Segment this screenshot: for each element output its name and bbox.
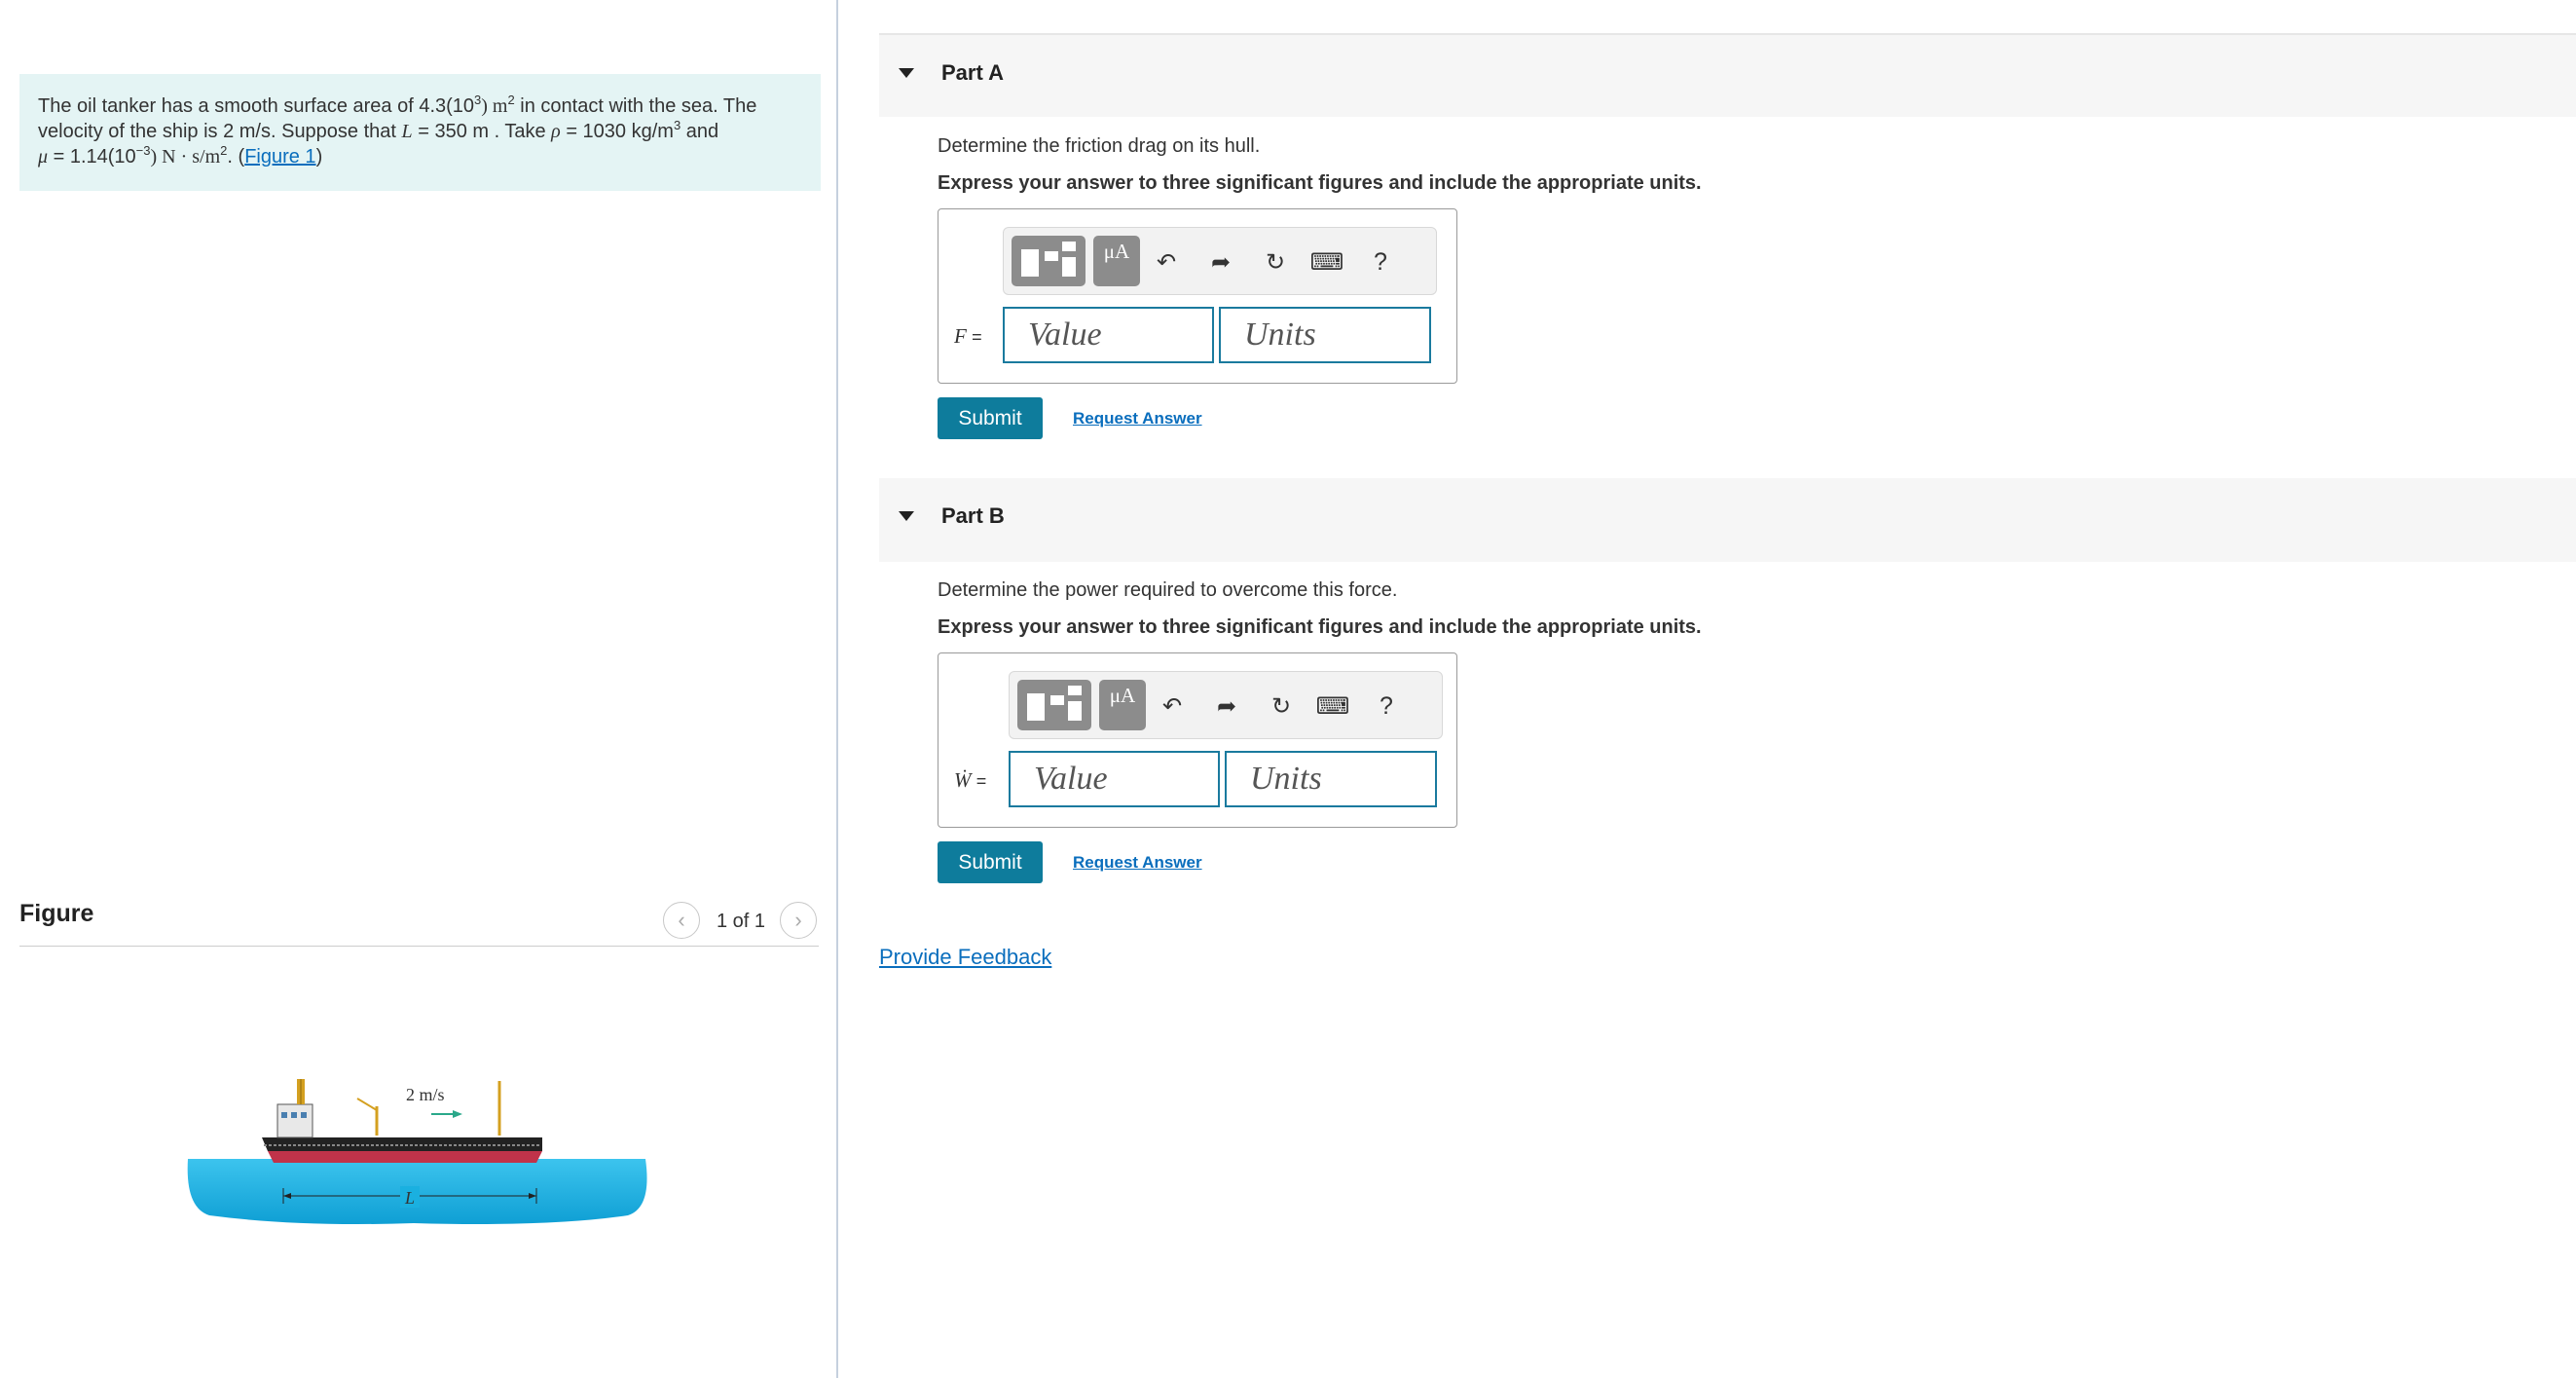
reset-icon[interactable]: ↻ <box>1259 245 1292 279</box>
templates-icon[interactable] <box>1017 680 1091 730</box>
submit-button[interactable]: Submit <box>938 841 1043 883</box>
help-icon[interactable]: ? <box>1370 689 1403 723</box>
part-b-header[interactable]: Part B <box>879 478 2576 562</box>
problem-unit: ) m <box>481 95 508 117</box>
redo-icon[interactable]: ➦ <box>1210 689 1243 723</box>
problem-statement: The oil tanker has a smooth surface area… <box>19 74 821 191</box>
figure-pager: 1 of 1 <box>717 911 766 932</box>
figure-next-button[interactable]: › <box>780 902 817 939</box>
units-icon[interactable]: μA <box>1099 680 1146 730</box>
templates-icon[interactable] <box>1012 236 1086 286</box>
chevron-right-icon: › <box>794 908 802 932</box>
exponent: −3 <box>135 143 151 158</box>
figure-link[interactable]: Figure 1 <box>244 146 315 168</box>
part-a-toolbar: μA ↶ ➦ ↻ ⌨ ? <box>1003 227 1437 295</box>
part-a-question: Determine the friction drag on its hull. <box>938 135 1261 157</box>
part-a-instruction: Express your answer to three significant… <box>938 172 1702 194</box>
collapse-caret-icon[interactable] <box>899 68 914 78</box>
figure-prev-button[interactable]: ‹ <box>663 902 700 939</box>
equals-sign: = <box>972 327 982 347</box>
value-input[interactable]: Value <box>1009 751 1220 807</box>
problem-text: = 1.14(10 <box>48 146 136 168</box>
problem-text: ) <box>315 146 323 168</box>
part-a-title: Part A <box>941 60 1004 85</box>
length-label: L <box>404 1188 415 1208</box>
right-pane: Part A Determine the friction drag on it… <box>840 0 2576 1378</box>
chevron-left-icon: ‹ <box>678 908 685 932</box>
problem-text: and <box>681 121 719 142</box>
problem-text: velocity of the ship is 2 m/s. Suppose t… <box>38 121 402 142</box>
undo-icon[interactable]: ↶ <box>1156 689 1189 723</box>
units-icon[interactable]: μA <box>1093 236 1140 286</box>
problem-text: = 350 m . Take <box>412 121 552 142</box>
superstructure <box>276 1103 313 1138</box>
velocity-arrow <box>453 1110 462 1118</box>
velocity-label: 2 m/s <box>406 1085 445 1104</box>
provide-feedback-link[interactable]: Provide Feedback <box>879 945 1051 970</box>
request-answer-link[interactable]: Request Answer <box>1073 409 1202 428</box>
part-b-title: Part B <box>941 503 1005 528</box>
submit-button[interactable]: Submit <box>938 397 1043 439</box>
answer-variable: F = <box>954 324 982 349</box>
help-icon[interactable]: ? <box>1364 245 1397 279</box>
redo-icon[interactable]: ➦ <box>1204 245 1237 279</box>
density-variable: ρ <box>551 121 561 142</box>
part-a-answer-box: μA ↶ ➦ ↻ ⌨ ? F = Value Units <box>938 208 1457 384</box>
figure-title: Figure <box>19 900 94 927</box>
equals-sign: = <box>975 771 987 791</box>
figure-header: Figure ‹ 1 of 1 › <box>19 892 819 947</box>
problem-text: . ( <box>227 146 245 168</box>
ship-figure: 2 m/s L <box>187 1079 647 1224</box>
variable-symbol: Ẇ <box>954 768 972 792</box>
length-variable: L <box>401 121 413 142</box>
problem-unit: ) N · s/m <box>150 146 221 168</box>
problem-text: = 1030 kg/m <box>560 121 674 142</box>
variable-symbol: F <box>954 324 967 348</box>
keyboard-icon[interactable]: ⌨ <box>1306 245 1348 279</box>
part-b-question: Determine the power required to overcome… <box>938 579 1398 601</box>
part-b-answer-box: μA ↶ ➦ ↻ ⌨ ? Ẇ = Value Units <box>938 652 1457 828</box>
undo-icon[interactable]: ↶ <box>1150 245 1183 279</box>
problem-text: in contact with the sea. The <box>514 95 757 117</box>
part-b-instruction: Express your answer to three significant… <box>938 616 1702 638</box>
exponent: 2 <box>507 93 515 107</box>
reset-icon[interactable]: ↻ <box>1265 689 1298 723</box>
collapse-caret-icon[interactable] <box>899 511 914 521</box>
request-answer-link[interactable]: Request Answer <box>1073 853 1202 873</box>
units-input[interactable]: Units <box>1225 751 1437 807</box>
left-pane: The oil tanker has a smooth surface area… <box>0 0 838 1378</box>
viscosity-variable: μ <box>38 146 49 168</box>
units-input[interactable]: Units <box>1219 307 1431 363</box>
part-b-toolbar: μA ↶ ➦ ↻ ⌨ ? <box>1009 671 1443 739</box>
hull-waterline <box>268 1151 542 1163</box>
value-input[interactable]: Value <box>1003 307 1214 363</box>
problem-text: The oil tanker has a smooth surface area… <box>38 95 475 117</box>
part-a-header[interactable]: Part A <box>879 33 2576 117</box>
keyboard-icon[interactable]: ⌨ <box>1311 689 1354 723</box>
answer-variable: Ẇ = <box>954 768 986 793</box>
